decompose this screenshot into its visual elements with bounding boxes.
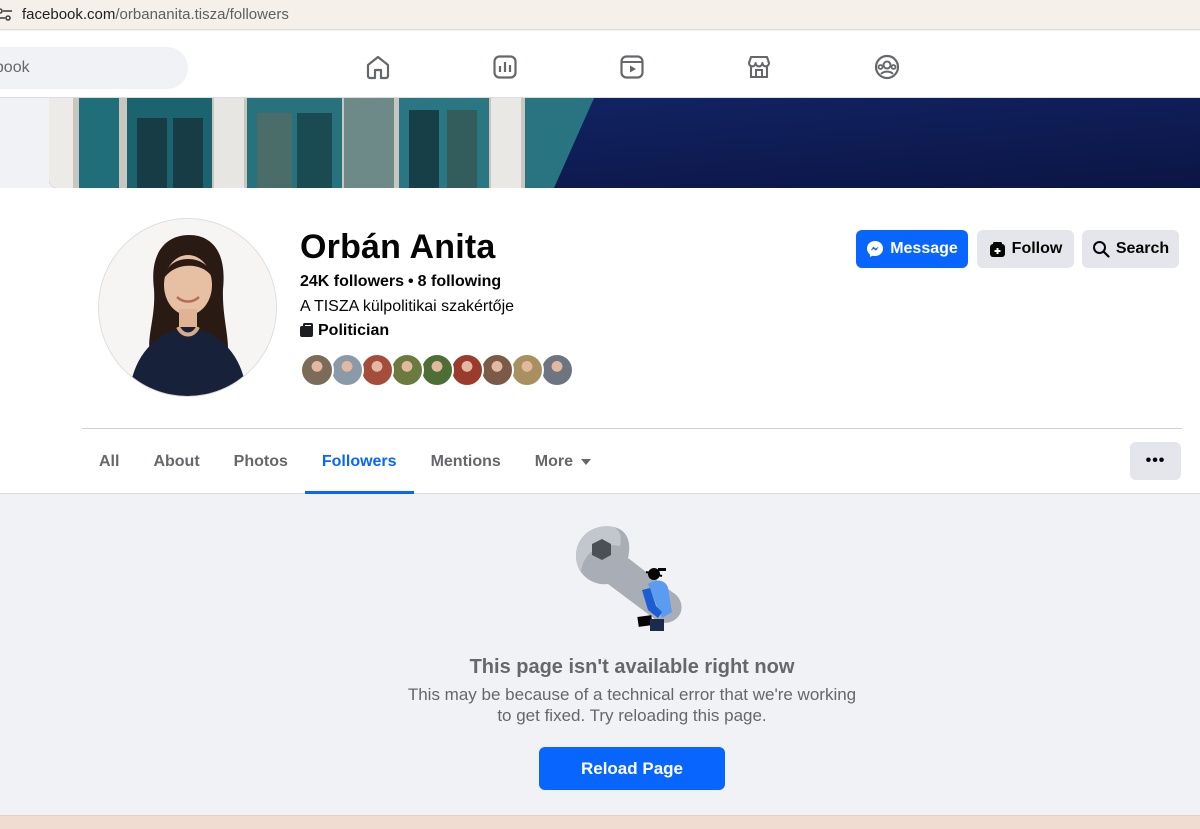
follower-avatar[interactable] xyxy=(540,353,574,387)
profile-stats: 24K followers • 8 following xyxy=(300,273,501,291)
follower-avatar[interactable] xyxy=(360,353,394,387)
error-description-line: This may be because of a technical error… xyxy=(407,685,857,704)
facebook-search-input[interactable] xyxy=(0,59,136,77)
search-label: Search xyxy=(1115,240,1170,257)
tab-label: All xyxy=(99,452,120,470)
profile-avatar[interactable] xyxy=(98,218,277,397)
facebook-search-box[interactable] xyxy=(0,47,188,89)
tab-about[interactable]: About xyxy=(136,429,216,494)
reload-page-button[interactable]: Reload Page xyxy=(539,747,725,790)
caret-down-icon xyxy=(581,458,592,465)
search-profile-button[interactable]: Search xyxy=(1082,230,1179,268)
cover-photo[interactable] xyxy=(49,98,1200,188)
search-icon xyxy=(1092,240,1110,258)
follower-avatar[interactable] xyxy=(390,353,424,387)
tab-label: About xyxy=(153,452,200,470)
follow-icon xyxy=(989,241,1006,258)
marketplace-icon[interactable] xyxy=(745,53,773,81)
briefcase-icon xyxy=(300,322,313,337)
video-icon[interactable] xyxy=(618,53,646,81)
top-navigation xyxy=(0,31,1200,98)
category-label: Politician xyxy=(318,322,390,339)
bottom-taskbar-strip xyxy=(0,815,1200,829)
profile-tabs: All About Photos Followers Mentions More xyxy=(82,429,608,494)
browser-address-bar: facebook.com/orbananita.tisza/followers xyxy=(0,0,1200,30)
tab-photos[interactable]: Photos xyxy=(217,429,305,494)
profile-bio: A TISZA külpolitikai szakértője xyxy=(300,298,515,315)
stats-separator: • xyxy=(408,273,414,290)
profile-header: Orbán Anita 24K followers • 8 following A … xyxy=(0,188,1200,494)
tab-more[interactable]: More xyxy=(518,429,608,494)
follower-avatar[interactable] xyxy=(510,353,544,387)
tab-label: More xyxy=(534,452,574,470)
profile-name: Orbán Anita xyxy=(300,228,496,266)
follower-avatar[interactable] xyxy=(330,353,364,387)
more-options-button[interactable]: ••• xyxy=(1130,442,1181,480)
tab-all[interactable]: All xyxy=(82,429,136,494)
error-description: This may be because of a technical error… xyxy=(382,684,882,726)
broken-wrench-illustration xyxy=(570,522,700,637)
url-field[interactable]: facebook.com/orbananita.tisza/followers xyxy=(22,6,289,23)
follower-avatar[interactable] xyxy=(480,353,514,387)
tab-label: Mentions xyxy=(430,452,501,470)
follower-avatars xyxy=(300,353,574,387)
profile-category: Politician xyxy=(300,322,389,340)
follower-avatar[interactable] xyxy=(450,353,484,387)
follow-label: Follow xyxy=(1011,240,1063,257)
error-title: This page isn't available right now xyxy=(469,656,795,678)
follower-avatar[interactable] xyxy=(300,353,334,387)
feed-icon[interactable] xyxy=(491,53,519,81)
tab-mentions[interactable]: Mentions xyxy=(414,429,518,494)
gaming-icon[interactable] xyxy=(873,53,901,81)
error-description-line: to get fixed. Try reloading this page. xyxy=(497,706,767,725)
follow-button[interactable]: Follow xyxy=(977,230,1074,268)
home-icon[interactable] xyxy=(364,53,392,81)
message-label: Message xyxy=(890,240,958,257)
tab-followers[interactable]: Followers xyxy=(304,429,414,494)
message-button[interactable]: Message xyxy=(856,230,968,268)
tab-label: Followers xyxy=(321,452,397,470)
site-settings-icon[interactable] xyxy=(0,6,14,24)
tab-label: Photos xyxy=(233,452,288,470)
followers-link[interactable]: 24K followers xyxy=(300,273,404,290)
follower-avatar[interactable] xyxy=(420,353,454,387)
messenger-icon xyxy=(866,240,884,258)
following-link[interactable]: 8 following xyxy=(418,273,502,290)
